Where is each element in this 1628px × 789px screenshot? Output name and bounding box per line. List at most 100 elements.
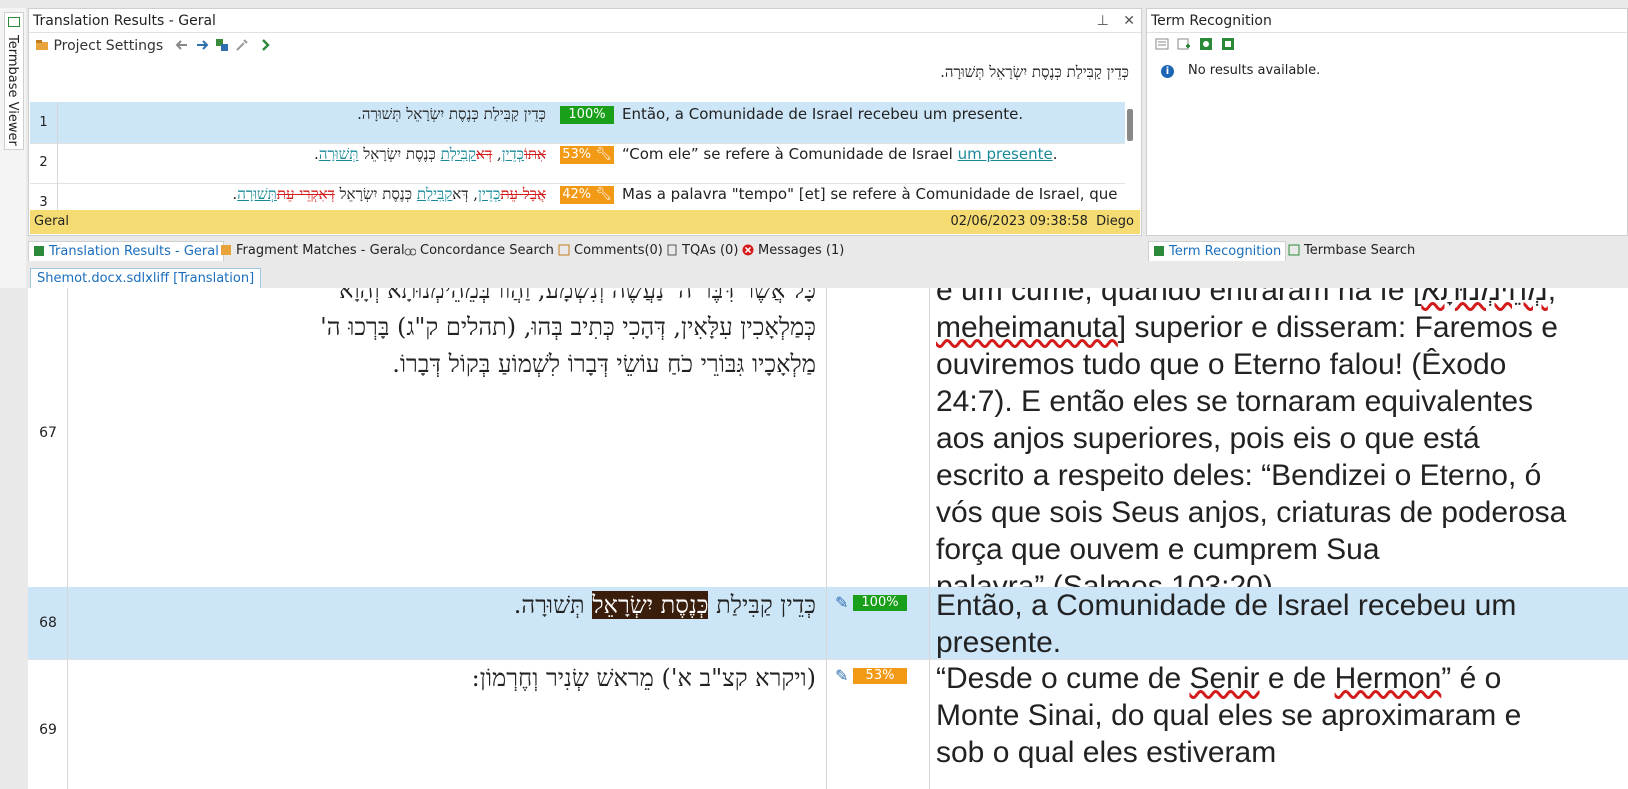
target-line: vós que sois Seus anjos, criaturas de po… xyxy=(936,496,1567,529)
add-term-icon[interactable] xyxy=(1177,37,1191,51)
result-target: Mas a palavra "tempo" [et] se refere à C… xyxy=(622,185,1122,203)
segment-number-cell: 69 xyxy=(28,660,68,789)
results-scrollbar[interactable] xyxy=(1127,109,1133,141)
close-icon[interactable]: ✕ xyxy=(1123,13,1135,29)
target-line: Monte Sinai, do qual eles se aproximaram… xyxy=(936,699,1522,732)
highlighted-term: כְּנֶסֶת יִשְׂרָאֵל xyxy=(592,591,709,619)
error-icon xyxy=(742,244,754,256)
no-results-text: No results available. xyxy=(1188,63,1321,78)
tools-icon[interactable] xyxy=(235,38,249,54)
source-line: כָּל אֲשֶׁר דִּבֶּר ה' נַעֲשֶׂה וְנִשְׁמ… xyxy=(339,288,816,304)
termbase-search-tab-icon xyxy=(1288,244,1300,256)
target-text: ” é o xyxy=(1441,662,1502,695)
deleted-text: אֲבָל עֵת xyxy=(500,185,546,203)
project-name: Geral xyxy=(34,214,69,229)
tab-translation-results[interactable]: Translation Results - Geral xyxy=(28,241,224,261)
wrench-icon: 🔧︎ xyxy=(595,147,612,162)
translation-results-status-bar: Geral 02/06/2023 09:38:58 Diego xyxy=(30,210,1140,234)
segment-source: כְּדֵין קַבִּילַת כְּנֶסֶת יִשְׂרָאֵל תְ… xyxy=(68,587,826,659)
termbase-settings-icon[interactable] xyxy=(1199,37,1213,51)
edit-pencil-icon: ✎ xyxy=(835,593,849,612)
expand-arrow-icon[interactable] xyxy=(259,38,273,54)
tab-fragment-matches[interactable]: Fragment Matches - Geral xyxy=(220,241,405,261)
target-text: e de xyxy=(1259,662,1335,695)
target-line: escrito a respeito deles: “Bendizei o Et… xyxy=(936,459,1542,492)
tab-concordance-search[interactable]: Concordance Search xyxy=(404,241,554,261)
lower-tab-strip: Translation Results - Geral Fragment Mat… xyxy=(28,241,1138,261)
target-text: e um cume, quando entraram na fé [ xyxy=(936,288,1422,307)
target-line: meheimanuta] superior e disseram: Faremo… xyxy=(936,309,1616,346)
translation-results-toolbar: Project Settings xyxy=(29,33,1141,59)
deleted-text: אִתּוֹ xyxy=(524,145,546,163)
tab-messages[interactable]: Messages (1) xyxy=(742,241,844,261)
tab-term-recognition[interactable]: Term Recognition xyxy=(1148,241,1287,261)
segment-target[interactable]: e um cume, quando entraram na fé [מְהֵימ… xyxy=(936,288,1616,603)
inserted-text: קבִּילַת xyxy=(440,145,476,163)
wrench-icon: 🔧︎ xyxy=(595,187,612,202)
target-text: . xyxy=(1052,145,1058,163)
segment-status-cell: ✎ 100% xyxy=(826,587,930,659)
tab-tqas[interactable]: TQAs (0) xyxy=(666,241,738,261)
result-row[interactable]: 1 כְּדֵין קָבִּילַת כְּנֶסֶת יִשְׂרָאֵל … xyxy=(30,102,1125,144)
previous-arrow-icon[interactable] xyxy=(175,38,189,54)
segment-target[interactable]: “Desde o cume de Senir e de Hermon” é o … xyxy=(936,660,1616,789)
tqas-icon xyxy=(667,244,677,256)
segment-status-cell: ✎ 53% xyxy=(826,660,930,789)
target-line: aos anjos superiores, pois eis o que est… xyxy=(936,422,1480,455)
term-tab-strip: Term Recognition Termbase Search xyxy=(1148,241,1628,261)
source-text: כְּדֵין קַבִּילַת xyxy=(708,591,816,619)
status-meta: 02/06/2023 09:38:58 Diego xyxy=(950,210,1134,234)
segment-row[interactable]: 69 (ויקרא קצ"ב א') מֵראשׁ שְׂנִיר וְחֶרְ… xyxy=(28,660,1628,789)
tab-label: Concordance Search xyxy=(420,243,554,258)
match-score-badge: 42% 🔧︎ xyxy=(560,186,614,204)
editor-grid: 67 כָּל אֲשֶׁר דִּבֶּר ה' נַעֲשֶׂה וְנִש… xyxy=(28,288,1628,789)
next-arrow-icon[interactable] xyxy=(195,38,209,54)
segment-number: 67 xyxy=(39,425,57,441)
termbase-search-icon[interactable] xyxy=(1221,37,1235,51)
deleted-text: דְּאִקְרֵי עֵת xyxy=(276,185,335,203)
tab-comments[interactable]: Comments(0) xyxy=(558,241,663,261)
segment-target[interactable]: Então, a Comunidade de Israel recebeu um… xyxy=(936,587,1616,659)
term-recognition-title: Term Recognition xyxy=(1151,13,1272,29)
tab-label: Messages (1) xyxy=(758,243,845,258)
segment-number: 69 xyxy=(39,721,57,738)
segment-row-active[interactable]: 68 כְּדֵין קַבִּילַת כְּנֶסֶת יִשְׂרָאֵל… xyxy=(28,587,1628,660)
tab-label: Comments(0) xyxy=(574,243,663,258)
term-recognition-toolbar xyxy=(1147,33,1627,55)
termbase-viewer-tab[interactable]: Termbase Viewer xyxy=(4,12,24,150)
target-text: meheimanuta xyxy=(936,311,1118,344)
target-text: “Desde o cume de xyxy=(936,662,1190,695)
comments-icon xyxy=(558,244,570,256)
project-settings-button[interactable]: Project Settings xyxy=(35,38,163,54)
apply-translation-icon[interactable] xyxy=(215,38,229,54)
match-score-badge: 53% xyxy=(853,668,907,684)
source-text: כְּנֶסֶת יִשְׂרָאֵל xyxy=(358,145,441,163)
term-recognition-panel: Term Recognition i No results available. xyxy=(1146,8,1628,236)
target-text: Senir xyxy=(1189,662,1260,695)
target-line: presente. xyxy=(936,626,1062,659)
result-number: 1 xyxy=(30,102,58,144)
inserted-text: קבִּילַת xyxy=(416,185,453,203)
source-text: , דְּא xyxy=(452,185,479,203)
app-root: Termbase Viewer Translation Results - Ge… xyxy=(0,0,1628,789)
termbase-viewer-icon xyxy=(8,17,20,27)
translation-results-list: 1 כְּדֵין קָבִּילַת כְּנֶסֶת יִשְׂרָאֵל … xyxy=(30,102,1125,218)
termbase-view-icon[interactable] xyxy=(1155,37,1169,51)
target-text: , xyxy=(1547,288,1557,307)
tab-termbase-search[interactable]: Termbase Search xyxy=(1288,241,1415,261)
pin-icon[interactable]: ⊥ xyxy=(1097,13,1109,29)
segment-row[interactable]: 67 כָּל אֲשֶׁר דִּבֶּר ה' נַעֲשֶׂה וְנִש… xyxy=(28,288,1628,603)
match-score-value: 42% xyxy=(562,187,592,202)
result-row[interactable]: 2 אִתּוֹכְּדֵין, דְּאקבִּילַת כְּנֶסֶת י… xyxy=(30,142,1125,184)
target-line: ouviremos tudo que o Eterno falou! (Êxod… xyxy=(936,348,1507,381)
translation-results-icon xyxy=(34,246,44,256)
current-source-display: כְּדֵין קָבִּילַת כְּנֶסֶת יִשְׂרָאֵל תְ… xyxy=(940,63,1129,81)
match-score-badge: 100% xyxy=(853,595,907,611)
edit-pencil-icon: ✎ xyxy=(835,666,849,685)
tab-label: Term Recognition xyxy=(1169,244,1282,259)
document-tab[interactable]: Shemot.docx.sdlxliff [Translation] xyxy=(30,268,262,288)
tab-label: Translation Results - Geral xyxy=(49,244,219,259)
result-target: Então, a Comunidade de Israel recebeu um… xyxy=(622,105,1024,123)
segment-status-cell xyxy=(826,288,930,594)
no-results-message: i No results available. xyxy=(1161,63,1320,78)
